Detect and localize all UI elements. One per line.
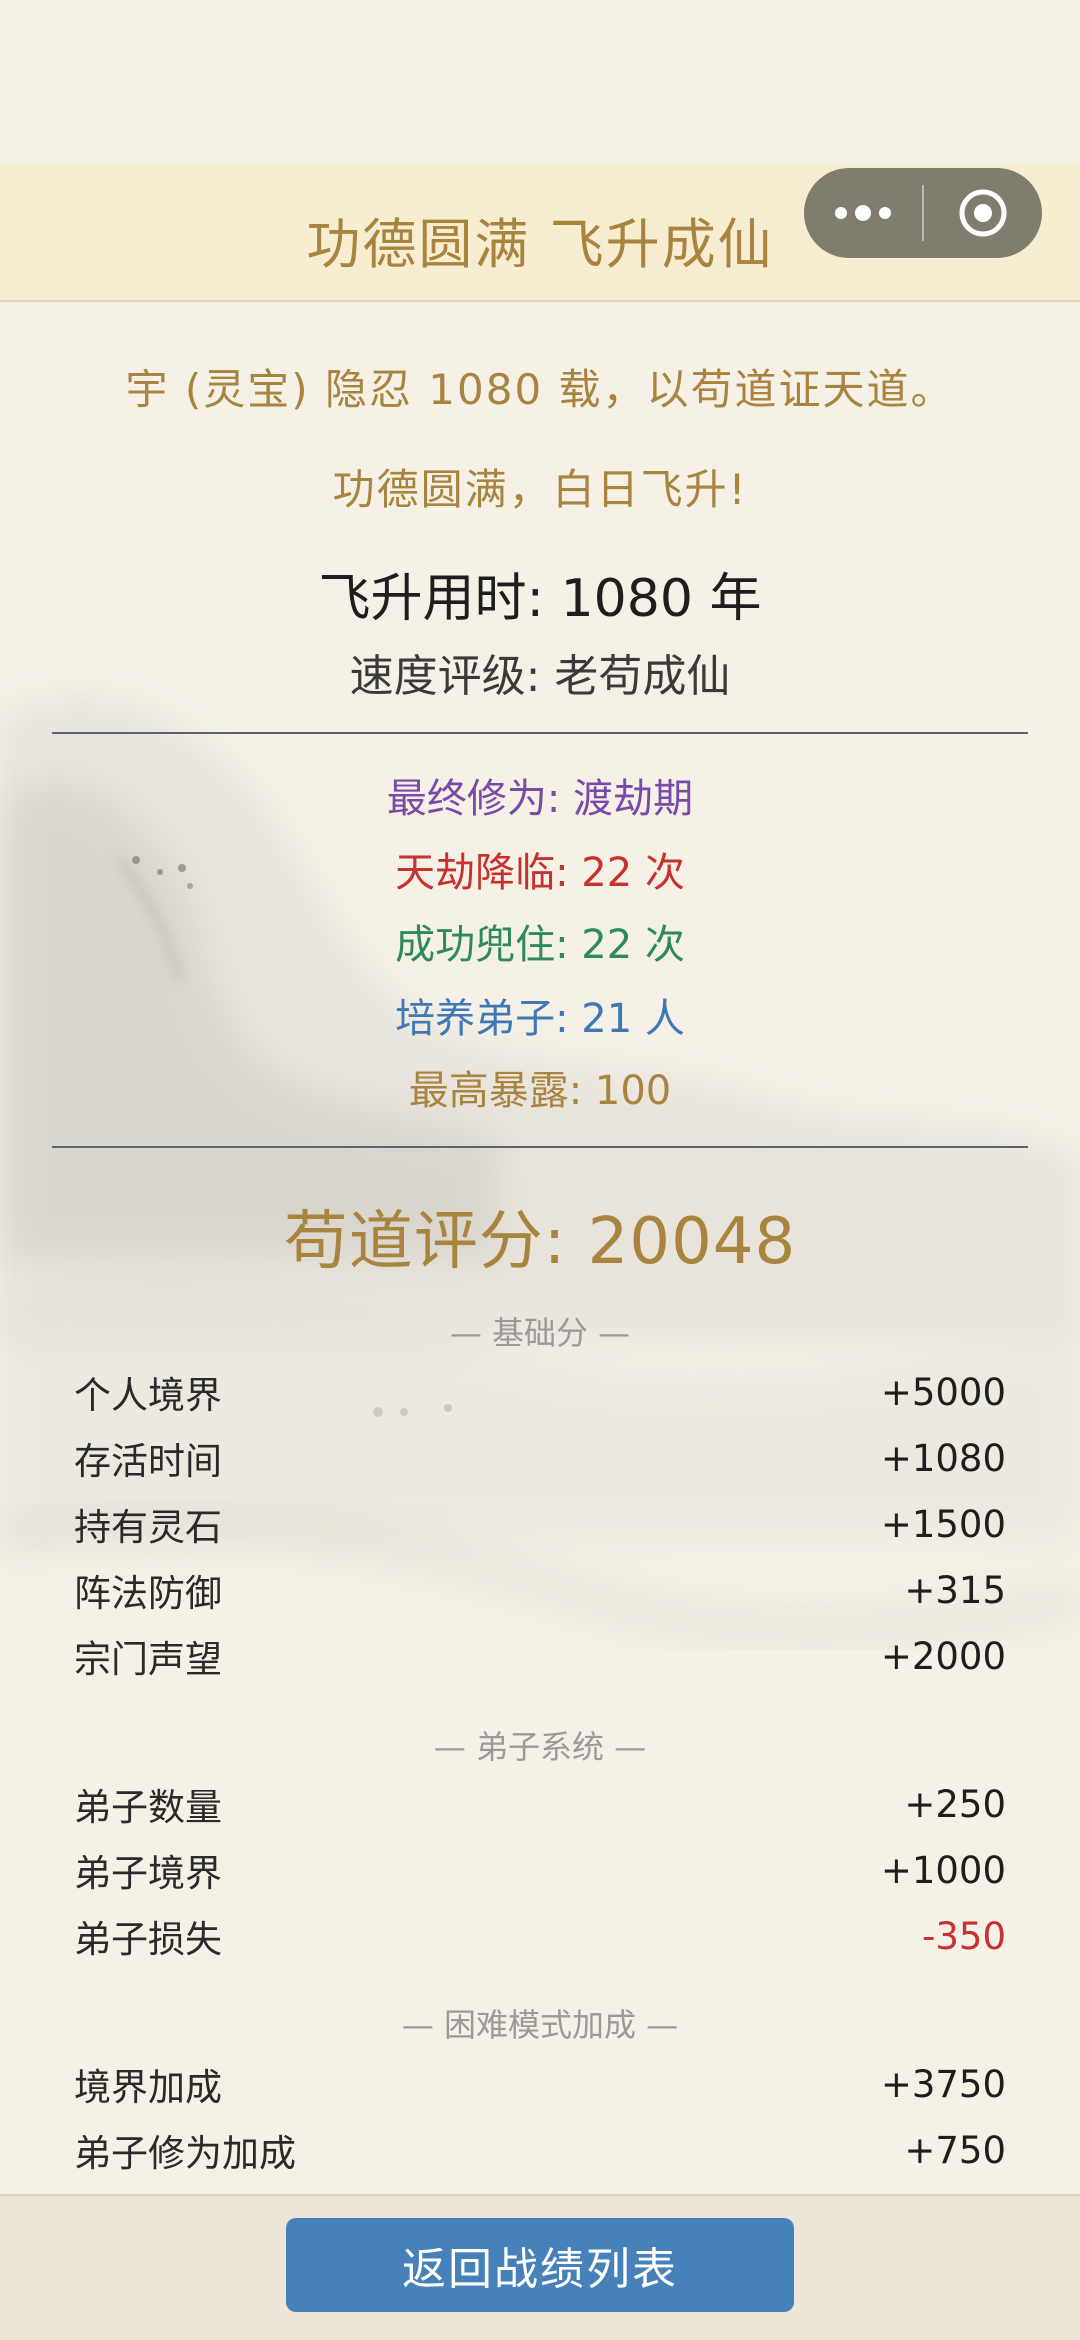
score-row: 弟子境界 +1000 [74,1840,1006,1900]
score-row-value: -350 [922,1914,1006,1958]
section-title-base: — 基础分 — [449,1314,631,1352]
score-row-label: 存活时间 [74,1440,222,1483]
score-row: 弟子损失 -350 [74,1906,1006,1966]
score-row-value: +5000 [880,1370,1006,1414]
score-row-label: 宗门声望 [74,1638,222,1681]
target-icon[interactable] [924,168,1042,258]
score-row-label: 弟子数量 [74,1786,222,1829]
status-bar-area [0,0,1080,164]
score-row-value: +1500 [880,1502,1006,1546]
stat-survived: 成功兜住: 22 次 [395,922,685,968]
score-row-label: 弟子境界 [74,1852,222,1895]
score-row: 弟子数量 +250 [74,1774,1006,1834]
score-row-value: +3750 [880,2062,1006,2106]
section-title-hard-mode: — 困难模式加成 — [401,2006,679,2044]
score-row-value: +1080 [880,1436,1006,1480]
result-page: 功德圆满 飞升成仙 宇 (灵宝) 隐忍 1080 载，以苟道证天道。 功德圆满，… [0,0,1080,2340]
divider [52,1146,1028,1148]
score-row: 个人境界 +5000 [74,1362,1006,1422]
section-title-disciple: — 弟子系统 — [433,1728,647,1766]
mini-program-capsule [804,168,1042,258]
stat-max-exposure: 最高暴露: 100 [408,1068,672,1114]
stat-final-realm: 最终修为: 渡劫期 [386,776,694,822]
score-row-value: +750 [904,2128,1006,2172]
score-row-label: 持有灵石 [74,1506,222,1549]
score-row-value: +1000 [880,1848,1006,1892]
total-score: 苟道评分: 20048 [283,1205,797,1279]
score-row-value: +250 [904,1782,1006,1826]
score-row: 宗门声望 +2000 [74,1626,1006,1686]
score-row: 境界加成 +3750 [74,2054,1006,2114]
score-row-label: 弟子修为加成 [74,2132,296,2175]
score-row-label: 境界加成 [74,2066,222,2109]
score-row: 弟子修为加成 +750 [74,2120,1006,2180]
score-row-label: 阵法防御 [74,1572,222,1615]
divider [52,732,1028,734]
stat-tribulations: 天劫降临: 22 次 [395,850,685,896]
score-row-value: +315 [904,1568,1006,1612]
stat-disciples: 培养弟子: 21 人 [395,996,685,1042]
score-row: 阵法防御 +315 [74,1560,1006,1620]
score-row-value: +2000 [880,1634,1006,1678]
score-row-label: 个人境界 [74,1374,222,1417]
ascend-time: 飞升用时: 1080 年 [318,569,762,629]
story-line-1: 宇 (灵宝) 隐忍 1080 载，以苟道证天道。 [125,365,955,414]
score-row-label: 弟子损失 [74,1918,222,1961]
score-row: 持有灵石 +1500 [74,1494,1006,1554]
story-line-2: 功德圆满，白日飞升! [332,465,748,514]
speed-grade: 速度评级: 老苟成仙 [349,651,731,702]
score-row: 存活时间 +1080 [74,1428,1006,1488]
more-dots-icon[interactable] [804,168,922,258]
return-to-records-button[interactable]: 返回战绩列表 [286,2218,794,2312]
